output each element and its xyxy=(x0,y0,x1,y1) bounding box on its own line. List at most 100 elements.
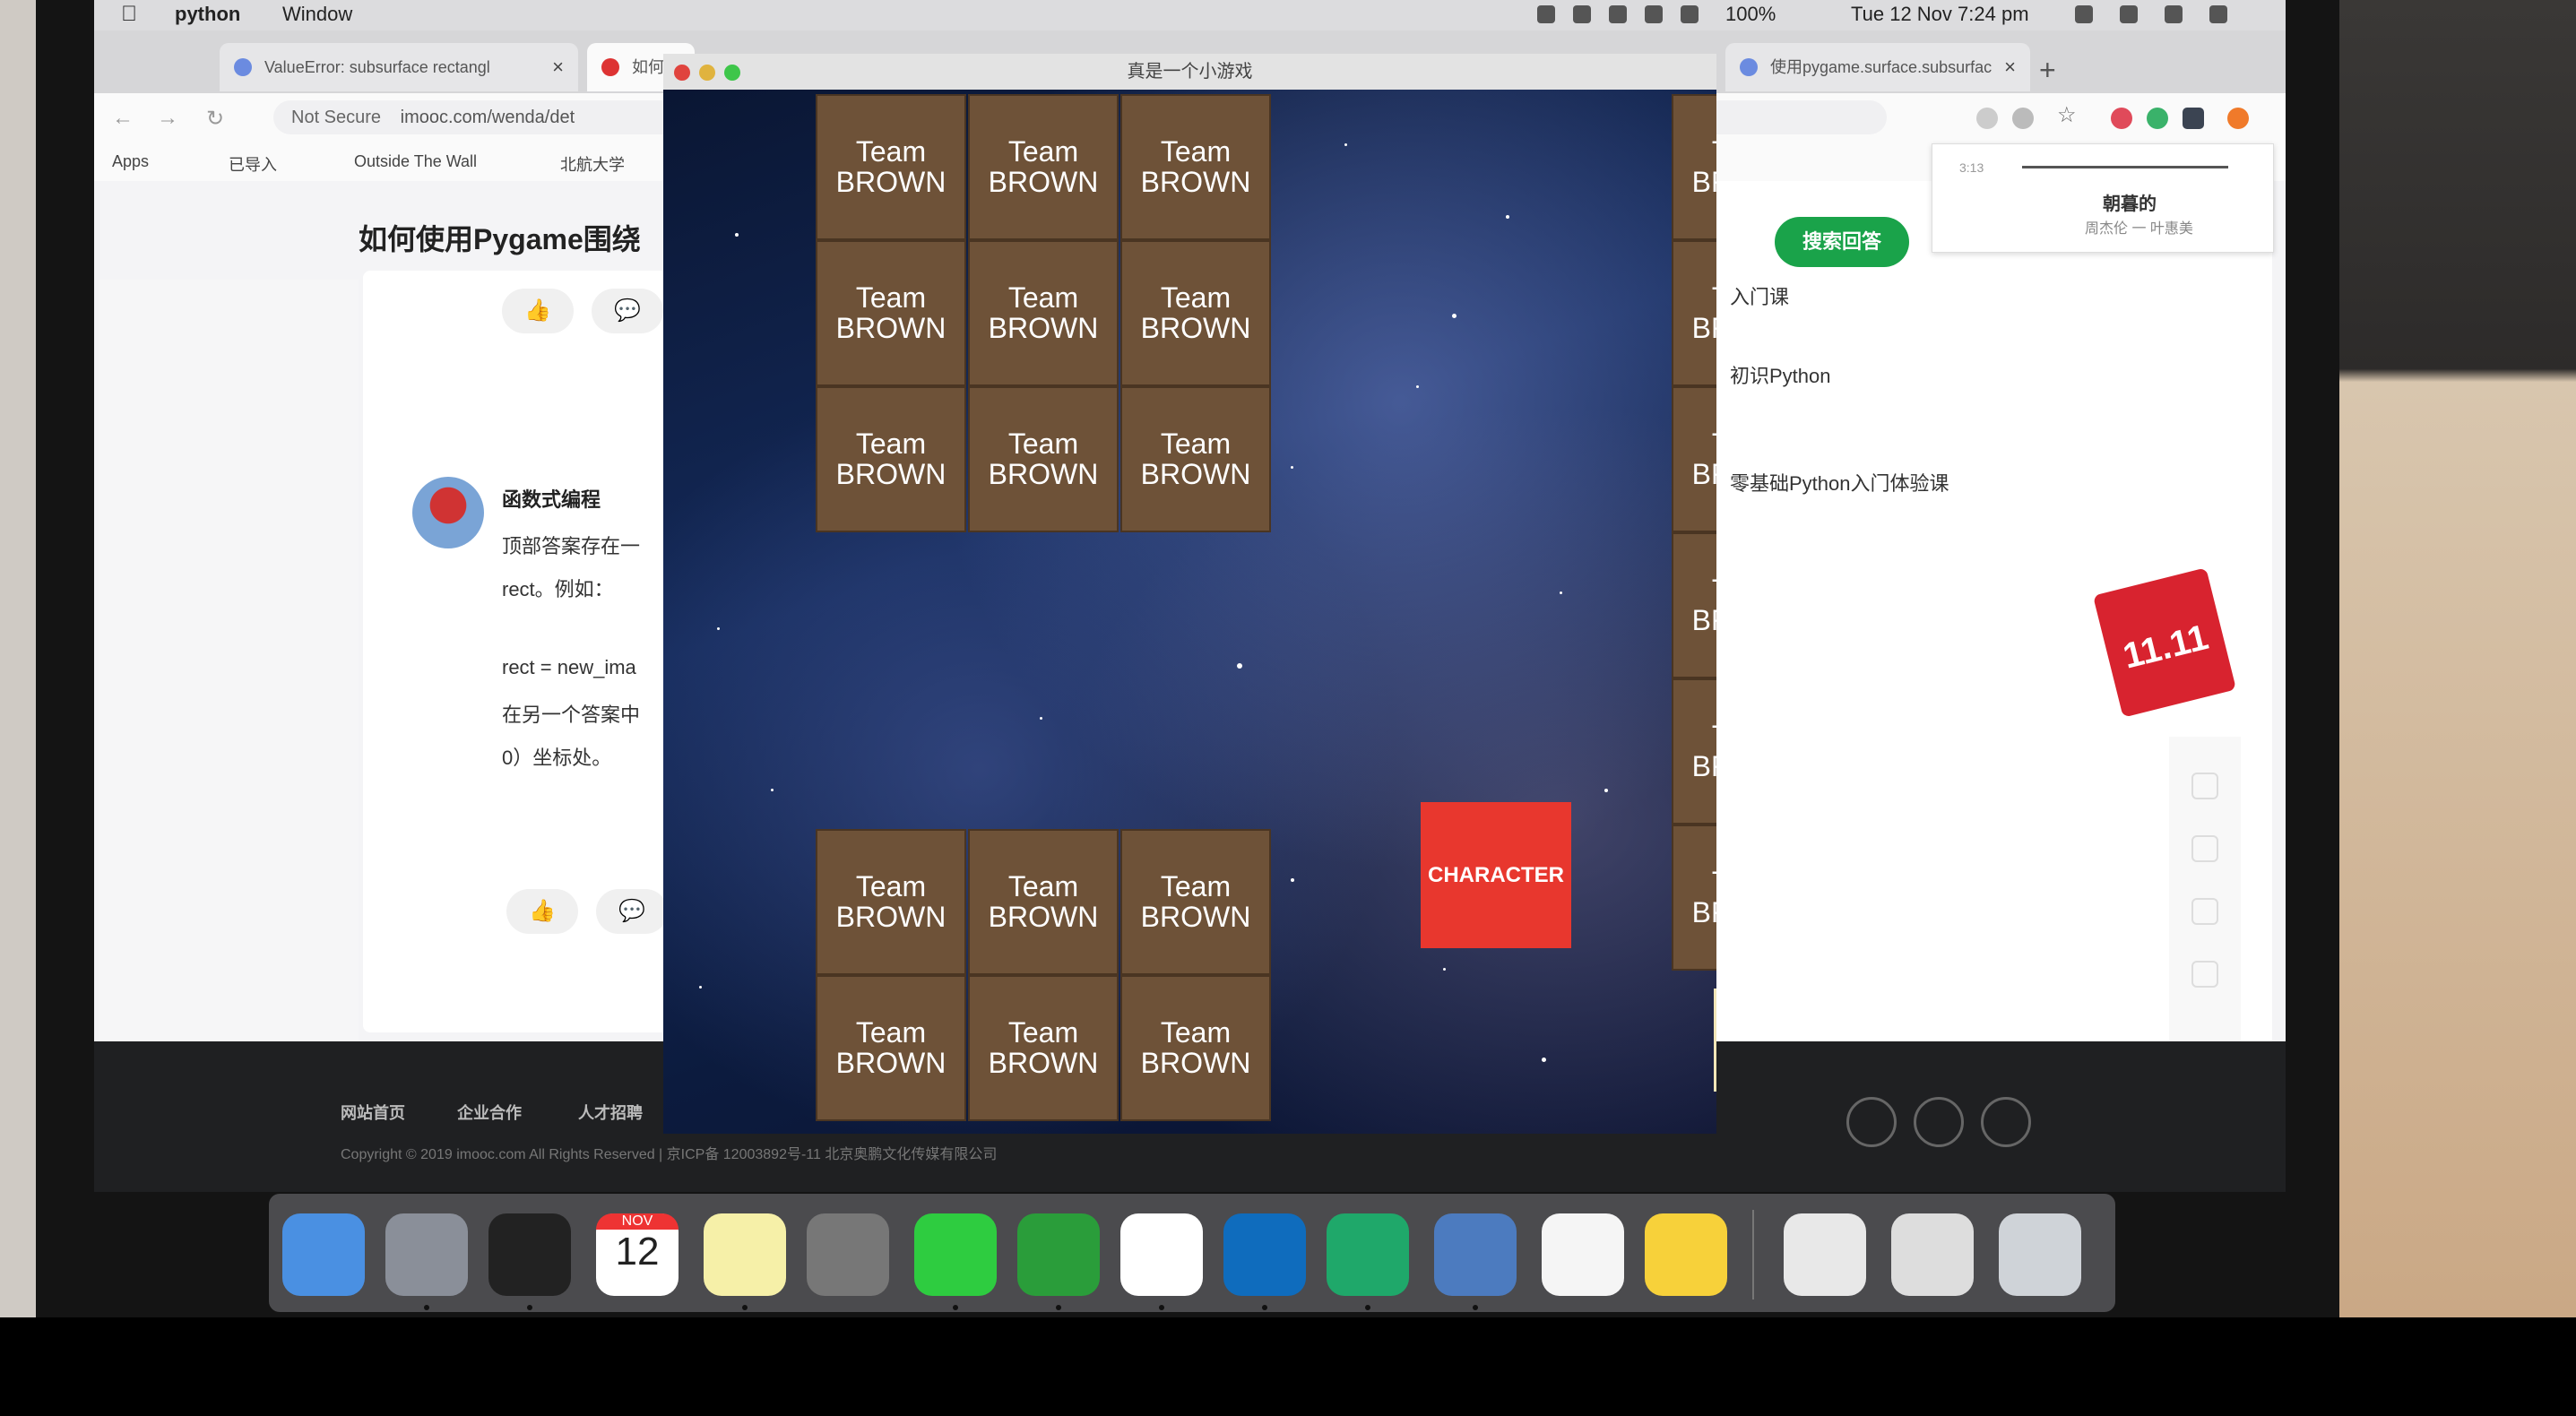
course-link[interactable]: 零基础Python入门体验课 xyxy=(1730,468,1949,496)
forward-arrow-icon[interactable]: → xyxy=(157,106,178,131)
user-icon[interactable] xyxy=(2075,5,2093,23)
tile-line1: Team xyxy=(855,869,927,902)
reader-icon[interactable] xyxy=(1976,108,1998,129)
footer-link[interactable]: 企业合作 xyxy=(457,1101,522,1124)
extension-red-icon[interactable] xyxy=(2111,108,2132,129)
team-brown-tile: TeamBROWN xyxy=(1672,386,1716,532)
extension-dark-icon[interactable] xyxy=(2183,108,2204,129)
bookmark-university[interactable]: 北航大学 xyxy=(560,152,625,176)
star-decoration xyxy=(1443,968,1446,971)
dropbox-icon[interactable] xyxy=(1537,5,1555,23)
mac-menubar:  python Window 100% Tue 12 Nov 7:24 pm xyxy=(94,0,2286,30)
finder-icon[interactable] xyxy=(282,1213,365,1296)
tile-line1: Team xyxy=(1007,134,1079,168)
bookmark-imported[interactable]: 已导入 xyxy=(229,152,277,176)
character-block[interactable]: CHARACTER xyxy=(1421,802,1571,948)
apple-icon[interactable]:  xyxy=(121,2,137,27)
tile-line1: Team xyxy=(1160,1015,1232,1049)
terminal-icon[interactable] xyxy=(488,1213,571,1296)
documents-folder-icon[interactable] xyxy=(1784,1213,1866,1296)
side-tool-icon[interactable] xyxy=(2191,773,2218,799)
tab-subsurface[interactable]: 使用pygame.surface.subsurfac × xyxy=(1725,43,2030,91)
like-button[interactable]: 👍 xyxy=(502,289,574,333)
tile-line2: BROWN xyxy=(835,1046,947,1079)
back-arrow-icon[interactable]: ← xyxy=(112,106,134,131)
avatar[interactable] xyxy=(412,477,484,548)
notes-icon[interactable] xyxy=(704,1213,786,1296)
evernote-icon[interactable] xyxy=(1017,1213,1100,1296)
team-brown-tile: TeamBROWN xyxy=(1672,825,1716,971)
spotlight-icon[interactable] xyxy=(2120,5,2138,23)
itunes-icon[interactable] xyxy=(1542,1213,1624,1296)
footer-link[interactable]: 人才招聘 xyxy=(578,1101,643,1124)
tile-line1: Team xyxy=(1673,867,1716,898)
tile-line2: BROWN xyxy=(835,311,947,344)
qq-social-icon[interactable] xyxy=(1981,1097,2031,1147)
left-sidebar xyxy=(99,280,359,1059)
footer-link[interactable]: 网站首页 xyxy=(341,1101,405,1124)
close-icon[interactable]: × xyxy=(552,43,564,91)
game-titlebar[interactable]: 真是一个小游戏 xyxy=(663,54,1716,91)
like-button[interactable]: 👍 xyxy=(506,889,578,934)
close-icon[interactable]: × xyxy=(2004,43,2016,91)
side-tool-icon[interactable] xyxy=(2191,835,2218,862)
siri-icon[interactable] xyxy=(2165,5,2183,23)
translate-icon[interactable] xyxy=(2012,108,2034,129)
tile-line1: Team xyxy=(855,281,927,314)
wechat-icon[interactable] xyxy=(914,1213,997,1296)
star-icon[interactable]: ☆ xyxy=(2057,102,2077,128)
system-preferences-icon[interactable] xyxy=(807,1213,889,1296)
pygame-window[interactable]: 真是一个小游戏 CHARACTER 终点 TeamBROWNTeamBROWNT… xyxy=(663,54,1716,1134)
preview-icon[interactable] xyxy=(1434,1213,1517,1296)
course-link[interactable]: 入门课 xyxy=(1730,281,1789,310)
trash-icon[interactable] xyxy=(1999,1213,2081,1296)
author-name[interactable]: 函数式编程 xyxy=(502,484,601,513)
outlook-icon[interactable] xyxy=(1223,1213,1306,1296)
bookmark-outside-the-wall[interactable]: Outside The Wall xyxy=(354,152,477,171)
bluetooth-icon[interactable] xyxy=(1609,5,1627,23)
tab-label: ValueError: subsurface rectangl xyxy=(264,58,490,76)
chrome-icon[interactable] xyxy=(1120,1213,1203,1296)
wechat-status-icon[interactable] xyxy=(1573,5,1591,23)
reply-button[interactable]: 💬 xyxy=(596,889,668,934)
search-answer-button[interactable]: 搜索回答 xyxy=(1775,217,1909,267)
python-launcher-icon[interactable] xyxy=(1645,1213,1727,1296)
extension-green-icon[interactable] xyxy=(2147,108,2168,129)
pycharm-icon[interactable] xyxy=(1327,1213,1409,1296)
wechat-social-icon[interactable] xyxy=(1846,1097,1897,1147)
wifi-icon[interactable] xyxy=(1681,5,1699,23)
game-canvas[interactable]: CHARACTER 终点 TeamBROWNTeamBROWNTeamBROWN… xyxy=(663,90,1716,1134)
tile-line1: Team xyxy=(1160,427,1232,460)
side-tool-icon[interactable] xyxy=(2191,961,2218,988)
answer-line: rect = new_ima xyxy=(502,656,636,678)
tile-line2: BROWN xyxy=(988,1046,1099,1079)
team-brown-tile: TeamBROWN xyxy=(816,94,966,240)
menubar-clock[interactable]: Tue 12 Nov 7:24 pm xyxy=(1851,3,2029,26)
downloads-folder-icon[interactable] xyxy=(1891,1213,1974,1296)
weibo-social-icon[interactable] xyxy=(1914,1097,1964,1147)
volume-icon[interactable] xyxy=(1645,5,1663,23)
star-decoration xyxy=(1237,663,1242,669)
course-link[interactable]: 初识Python xyxy=(1730,360,1831,389)
tile-line2: BROWN xyxy=(835,900,947,933)
side-tool-icon[interactable] xyxy=(2191,898,2218,925)
launchpad-icon[interactable] xyxy=(385,1213,468,1296)
music-popup[interactable]: 3:13 朝暮的 周杰伦 一 叶惠美 xyxy=(1932,143,2274,253)
profile-avatar-icon[interactable] xyxy=(2227,108,2249,129)
reply-button[interactable]: 💬 xyxy=(592,289,663,333)
tile-line2: BROWN xyxy=(1140,900,1251,933)
running-app-dot xyxy=(1365,1305,1370,1310)
tab-valueerror[interactable]: ValueError: subsurface rectangl × xyxy=(220,43,578,91)
calendar-icon[interactable]: NOV 12 xyxy=(596,1213,679,1296)
not-secure-label[interactable]: Not Secure xyxy=(291,108,381,127)
bookmark-apps[interactable]: Apps xyxy=(112,152,149,171)
menubar-app-name[interactable]: python xyxy=(175,3,240,26)
battery-indicator[interactable]: 100% xyxy=(1725,3,1776,26)
team-brown-tile: TeamBROWN xyxy=(1120,829,1271,975)
new-tab-icon[interactable]: + xyxy=(2039,54,2056,87)
notification-center-icon[interactable] xyxy=(2209,5,2227,23)
tile-line2: BROWN xyxy=(1691,895,1716,928)
menubar-window-menu[interactable]: Window xyxy=(282,3,352,26)
star-decoration xyxy=(771,789,774,791)
reload-icon[interactable]: ↻ xyxy=(206,106,224,132)
